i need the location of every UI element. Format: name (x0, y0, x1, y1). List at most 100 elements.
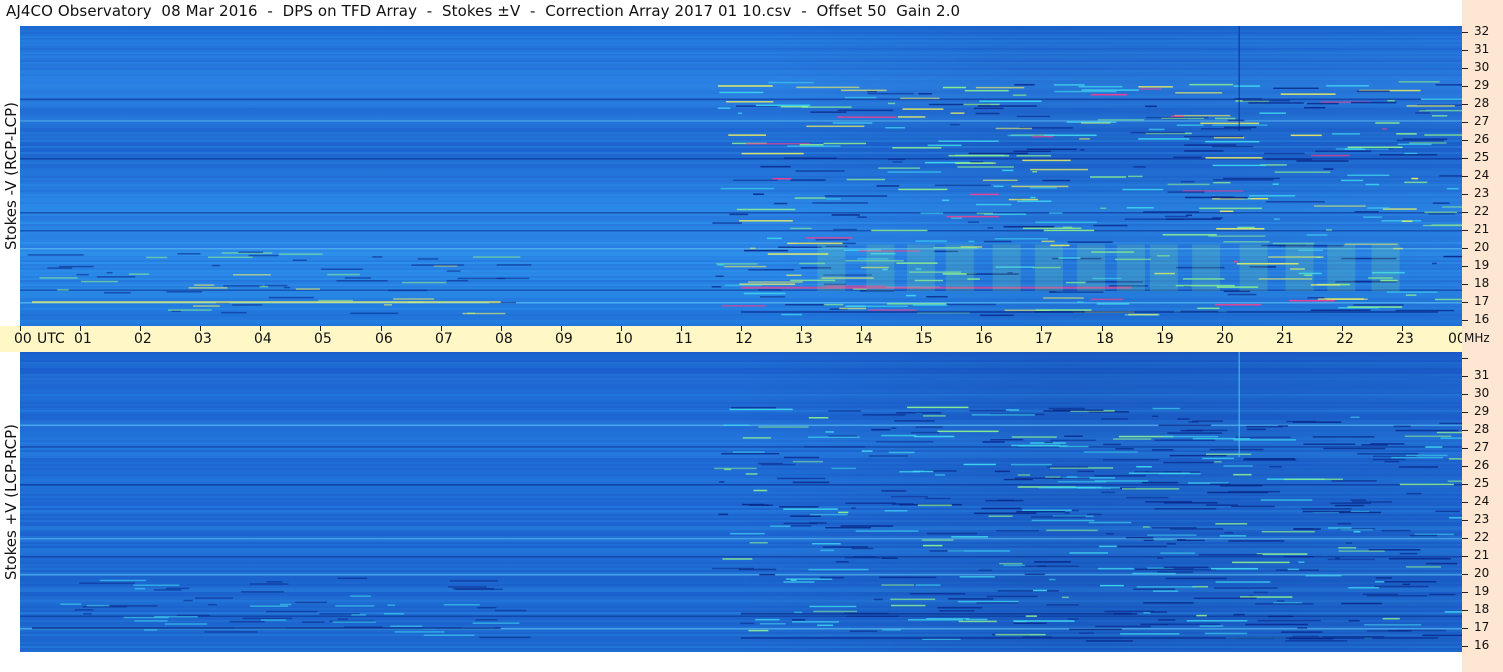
spectrogram-streak (20, 322, 1462, 324)
spectrogram-streak (20, 550, 1462, 552)
spectrogram-streak (318, 299, 353, 302)
spectrogram-streak (20, 48, 1462, 50)
spectrogram-streak (1310, 154, 1350, 157)
spectrogram-streak (20, 584, 1462, 586)
spectrogram-streak (1048, 578, 1056, 581)
spectrogram-streak (823, 142, 867, 145)
spectrogram-streak (1223, 241, 1270, 243)
spectrogram-streak (1032, 171, 1038, 173)
spectrogram-streak (1010, 463, 1052, 466)
spectrogram-streak (1402, 583, 1411, 586)
spectrogram-streak (1404, 435, 1452, 438)
spectrogram-streak (1024, 573, 1045, 576)
spectrogram-streak (20, 80, 1462, 82)
spectrogram-streak (20, 412, 1462, 414)
spectrogram-streak (739, 220, 793, 222)
spectrogram-streak (1419, 109, 1462, 112)
spectrogram-streak (1078, 85, 1123, 88)
spectrogram-streak (1220, 197, 1248, 199)
spectrogram-streak (1138, 138, 1190, 140)
spectrogram-streak (207, 256, 253, 259)
time-unit-label: UTC (37, 331, 65, 347)
spectrogram-streak (876, 185, 900, 187)
spectrogram-streak (926, 618, 970, 620)
spectrogram-streak (1238, 26, 1240, 131)
spectrogram-streak (20, 644, 1462, 646)
spectrogram-streak (748, 269, 795, 271)
spectrogram-streak (906, 294, 916, 297)
spectrogram-streak (1448, 458, 1462, 460)
spectrogram-streak (394, 631, 445, 633)
spectrogram-streak (1219, 210, 1234, 212)
spectrogram-streak (1136, 586, 1196, 588)
spectrogram-streak (27, 254, 84, 256)
spectrogram-streak (20, 116, 1462, 118)
spectrogram-streak (741, 612, 1132, 615)
spectrogram-streak (986, 595, 1038, 598)
spectrogram-streak (783, 522, 818, 525)
spectrogram-streak (20, 238, 1462, 240)
spectrogram-streak (723, 424, 750, 426)
spectrogram-streak (757, 289, 782, 291)
spectrogram-streak (20, 26, 1462, 28)
spectrogram-streak (1257, 619, 1321, 622)
spectrogram-streak (1044, 441, 1053, 444)
spectrogram-streak (1184, 144, 1237, 146)
spectrogram-streak (1269, 465, 1282, 468)
spectrogram-streak (790, 515, 821, 517)
freq-tick-label: 28 (1474, 422, 1490, 436)
freq-tick (1462, 320, 1468, 321)
spectrogram-streak (719, 91, 764, 94)
spectrogram-streak (846, 615, 899, 617)
spectrogram-streak (964, 89, 1009, 92)
spectrogram-streak (1205, 140, 1260, 143)
spectrogram-streak (836, 116, 897, 118)
spectrogram-streak (20, 184, 1462, 186)
spectrogram-streak (479, 636, 531, 639)
spectrogram-streak (1286, 420, 1317, 423)
freq-tick-label: 28 (1474, 96, 1490, 110)
spectrogram-streak (1301, 508, 1352, 510)
spectrogram-streak (20, 494, 1462, 496)
spectrogram-streak (446, 279, 469, 282)
freq-tick (1462, 32, 1468, 33)
spectrogram-streak (968, 152, 1028, 155)
spectrogram-streak (20, 224, 1462, 226)
spectrogram-streak (1049, 212, 1063, 214)
freq-tick (1462, 484, 1468, 485)
spectrogram-streak (20, 190, 1462, 192)
spectrogram-streak (1274, 171, 1331, 173)
spectrogram-streak (728, 134, 766, 136)
spectrogram-streak (20, 56, 1462, 58)
spectrogram-streak (851, 507, 856, 509)
spectrogram-streak (20, 472, 1462, 474)
spectrogram-streak (20, 420, 1462, 422)
spectrogram-streak (853, 555, 876, 558)
spectrogram-streak (20, 514, 1462, 516)
spectrogram-streak (1035, 221, 1097, 224)
spectrogram-streak (1197, 307, 1220, 310)
freq-axis-top: 16 17 18 19 20 21 22 23 24 25 26 27 28 29 30 31 32 (1462, 24, 1503, 326)
spectrogram-streak (1090, 298, 1123, 301)
spectrogram-streak (1163, 461, 1214, 464)
spectrogram-streak (411, 264, 465, 266)
spectrogram-streak (1440, 437, 1462, 439)
spectrogram-streak (1011, 185, 1069, 188)
spectrogram-streak (20, 390, 1462, 392)
spectrogram-streak (1132, 572, 1176, 575)
spectrogram-bottom-texture (20, 352, 1462, 652)
spectrogram-streak (1253, 591, 1268, 594)
spectrogram-streak (20, 510, 1462, 512)
spectrogram-streak (20, 394, 1462, 396)
spectrogram-streak (862, 414, 906, 416)
spectrogram-streak (1071, 509, 1079, 512)
spectrogram-streak (934, 474, 946, 476)
freq-tick (1462, 194, 1468, 195)
spectrogram-streak (1128, 472, 1190, 474)
spectrogram-streak (926, 532, 978, 535)
spectrogram-streak (1353, 304, 1404, 306)
spectrogram-streak (795, 170, 845, 172)
spectrogram-streak (20, 148, 1462, 150)
spectrogram-streak (1094, 475, 1146, 477)
spectrogram-streak (280, 603, 292, 606)
